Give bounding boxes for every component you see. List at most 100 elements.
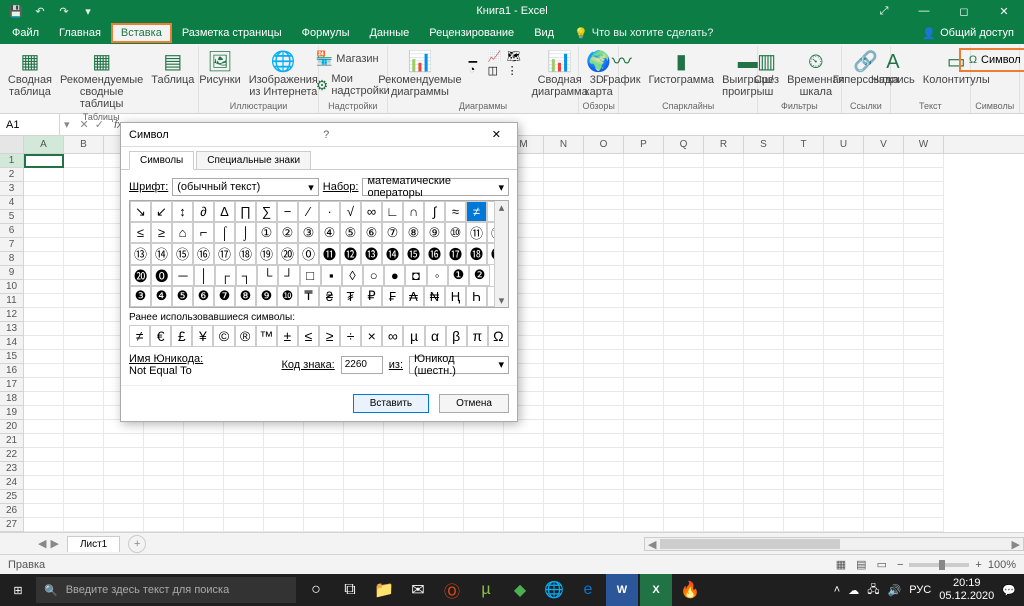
cell[interactable] [104,504,144,518]
sheet-tab[interactable]: Лист1 [67,536,120,552]
symbol-cell[interactable]: ⑤ [340,222,361,243]
cell[interactable] [224,448,264,462]
insert-button[interactable]: Вставить [353,394,429,413]
flame-icon[interactable]: 🔥 [674,574,706,606]
symbol-cell[interactable]: − [277,201,298,222]
cell[interactable] [744,308,784,322]
cell[interactable] [304,462,344,476]
cell[interactable] [824,406,864,420]
symbol-cell[interactable]: ❽ [235,286,256,307]
cell[interactable] [384,490,424,504]
cell[interactable] [824,504,864,518]
cell[interactable] [864,490,904,504]
cell[interactable] [904,308,944,322]
cell[interactable] [64,266,104,280]
row-header[interactable]: 13 [0,322,24,336]
symbol-cell[interactable]: ₳ [403,286,424,307]
cell[interactable] [424,518,464,532]
cell[interactable] [24,210,64,224]
cell[interactable] [24,518,64,532]
redo-icon[interactable]: ↷ [56,3,72,19]
cell[interactable] [64,392,104,406]
namebox-dropdown-icon[interactable]: ▾ [60,118,74,131]
symbol-cell[interactable]: ∟ [382,201,403,222]
cell[interactable] [744,434,784,448]
row-header[interactable]: 27 [0,518,24,532]
cell[interactable] [744,168,784,182]
symbol-cell[interactable]: ❶ [448,265,469,286]
cell[interactable] [704,350,744,364]
cell[interactable] [24,224,64,238]
cell[interactable] [504,490,544,504]
cell[interactable] [664,406,704,420]
cell[interactable] [544,224,584,238]
cell[interactable] [824,434,864,448]
cell[interactable] [544,336,584,350]
cell[interactable] [704,378,744,392]
cell[interactable] [824,252,864,266]
razer-icon[interactable]: ◆ [504,574,536,606]
cell[interactable] [904,168,944,182]
cell[interactable] [784,196,824,210]
row-header[interactable]: 11 [0,294,24,308]
cell[interactable] [544,308,584,322]
cell[interactable] [744,224,784,238]
cell[interactable] [744,476,784,490]
cell[interactable] [784,392,824,406]
cell[interactable] [624,210,664,224]
chrome-icon[interactable]: 🌐 [538,574,570,606]
symbol-cell[interactable]: ↘ [130,201,151,222]
cell[interactable] [264,476,304,490]
cell[interactable] [824,266,864,280]
symbol-cell[interactable]: ○ [363,265,384,286]
cell[interactable] [864,168,904,182]
cell[interactable] [904,448,944,462]
recent-symbol-cell[interactable]: ≥ [319,325,340,347]
row-header[interactable]: 12 [0,308,24,322]
cell[interactable] [184,490,224,504]
cell[interactable] [264,462,304,476]
cell[interactable] [704,406,744,420]
recent-symbol-cell[interactable]: ≤ [298,325,319,347]
cell[interactable] [744,238,784,252]
cell[interactable] [464,434,504,448]
cell[interactable] [864,434,904,448]
cell[interactable] [744,280,784,294]
cell[interactable] [624,392,664,406]
enter-formula-icon[interactable]: ✓ [95,118,104,131]
explorer-icon[interactable]: 📁 [368,574,400,606]
cell[interactable] [664,322,704,336]
cell[interactable] [704,266,744,280]
cell[interactable] [224,462,264,476]
cell[interactable] [824,196,864,210]
cell[interactable] [744,392,784,406]
cell[interactable] [784,224,824,238]
cell[interactable] [624,518,664,532]
tab-data[interactable]: Данные [359,23,419,43]
cell[interactable] [624,238,664,252]
cell[interactable] [504,420,544,434]
symbol-cell[interactable]: ⑮ [172,243,193,264]
cell[interactable] [664,462,704,476]
row-header[interactable]: 23 [0,462,24,476]
cell[interactable] [224,518,264,532]
cell[interactable] [864,518,904,532]
from-select[interactable]: Юникод (шестн.)▾ [409,356,509,374]
symbol-cell[interactable]: ◊ [342,265,363,286]
symbol-cell[interactable]: ❷ [469,265,490,286]
cell[interactable] [744,462,784,476]
cell[interactable] [744,210,784,224]
cell[interactable] [24,378,64,392]
cell[interactable] [584,392,624,406]
cell[interactable] [544,406,584,420]
cell[interactable] [24,350,64,364]
cell[interactable] [664,504,704,518]
cell[interactable] [64,420,104,434]
cell[interactable] [704,224,744,238]
zoom-level[interactable]: 100% [988,559,1016,571]
symbol-cell[interactable]: Δ [214,201,235,222]
cell[interactable] [64,252,104,266]
cell[interactable] [624,350,664,364]
symbol-cell[interactable]: ≥ [151,222,172,243]
cell[interactable] [544,154,584,168]
